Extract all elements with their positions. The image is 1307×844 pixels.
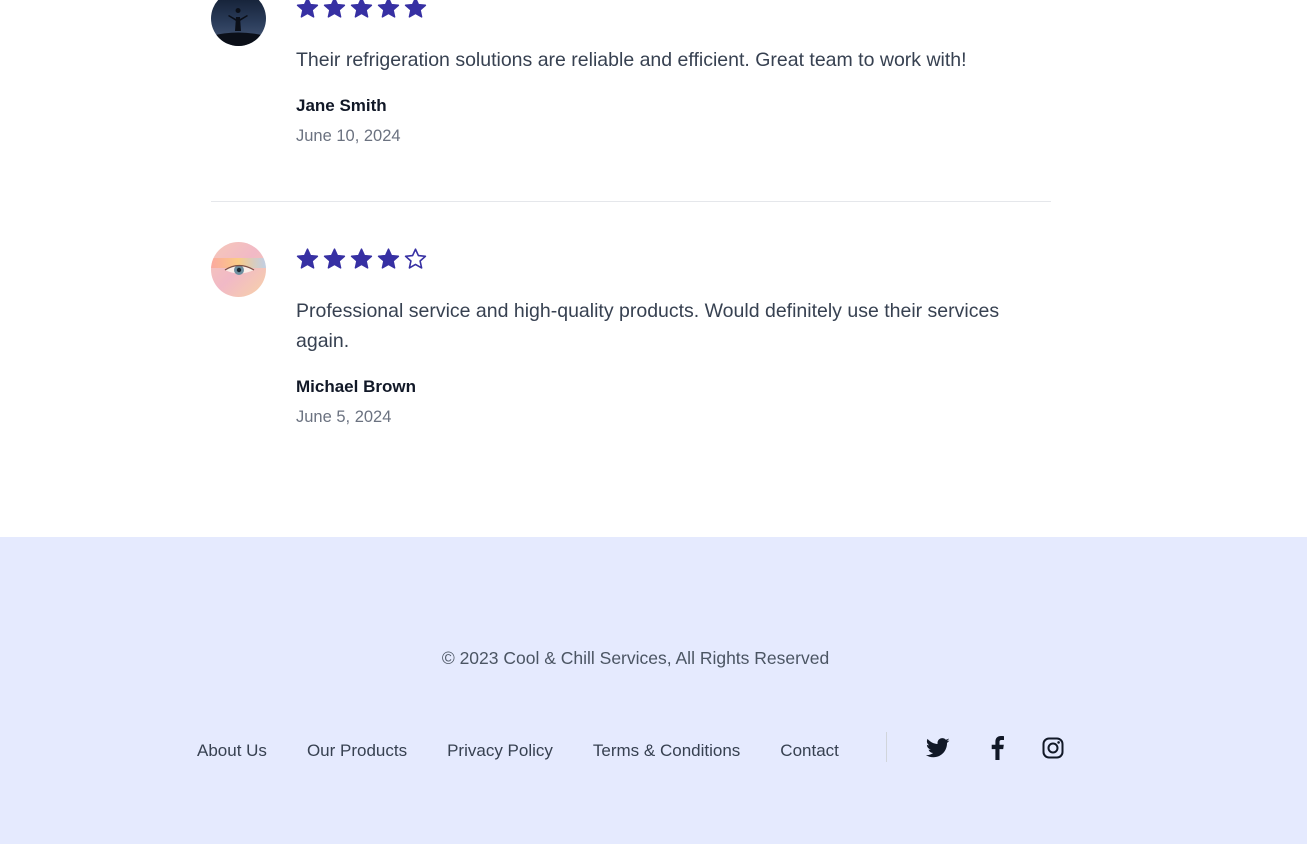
twitter-icon [926, 738, 950, 758]
star-filled-icon [296, 0, 319, 18]
star-rating [296, 248, 1026, 270]
review-body: Their refrigeration solutions are reliab… [296, 0, 1026, 147]
review-date: June 10, 2024 [296, 127, 401, 145]
instagram-icon [1042, 737, 1064, 759]
star-filled-icon [404, 0, 427, 18]
reviewer-name: Jane Smith [296, 96, 387, 115]
copyright-text: © 2023 Cool & Chill Services, All Rights… [441, 648, 830, 668]
star-filled-icon [350, 0, 373, 18]
review-body: Professional service and high-quality pr… [296, 242, 1026, 428]
facebook-icon [991, 736, 1004, 760]
review-date: June 5, 2024 [296, 408, 392, 426]
person-silhouette-avatar-icon [211, 0, 266, 46]
review-divider [211, 201, 1051, 202]
star-rating [296, 0, 1026, 19]
eye-closeup-avatar-icon [211, 242, 266, 297]
footer-link-privacy-policy[interactable]: Privacy Policy [447, 740, 553, 762]
reviewer-avatar [211, 242, 266, 297]
star-filled-icon [377, 0, 400, 18]
review-text: Their refrigeration solutions are reliab… [296, 49, 967, 71]
footer-link-terms-conditions[interactable]: Terms & Conditions [593, 740, 740, 762]
reviewer-avatar [211, 0, 266, 46]
star-outline-icon [404, 248, 427, 269]
review-text: Professional service and high-quality pr… [296, 300, 1000, 352]
star-filled-icon [296, 248, 319, 269]
footer-nav: About Us Our Products Privacy Policy Ter… [197, 736, 839, 766]
footer-link-about-us[interactable]: About Us [197, 740, 267, 762]
star-filled-icon [323, 0, 346, 18]
footer-separator [886, 732, 887, 762]
star-filled-icon [323, 248, 346, 269]
instagram-link[interactable] [1042, 736, 1064, 760]
twitter-link[interactable] [926, 736, 950, 760]
facebook-link[interactable] [987, 736, 1007, 760]
site-footer: © 2023 Cool & Chill Services, All Rights… [0, 537, 1307, 844]
footer-link-contact[interactable]: Contact [780, 740, 839, 762]
star-filled-icon [377, 248, 400, 269]
footer-link-our-products[interactable]: Our Products [307, 740, 407, 762]
star-filled-icon [350, 248, 373, 269]
reviewer-name: Michael Brown [296, 377, 416, 396]
reviews-section: Their refrigeration solutions are reliab… [0, 0, 1307, 537]
